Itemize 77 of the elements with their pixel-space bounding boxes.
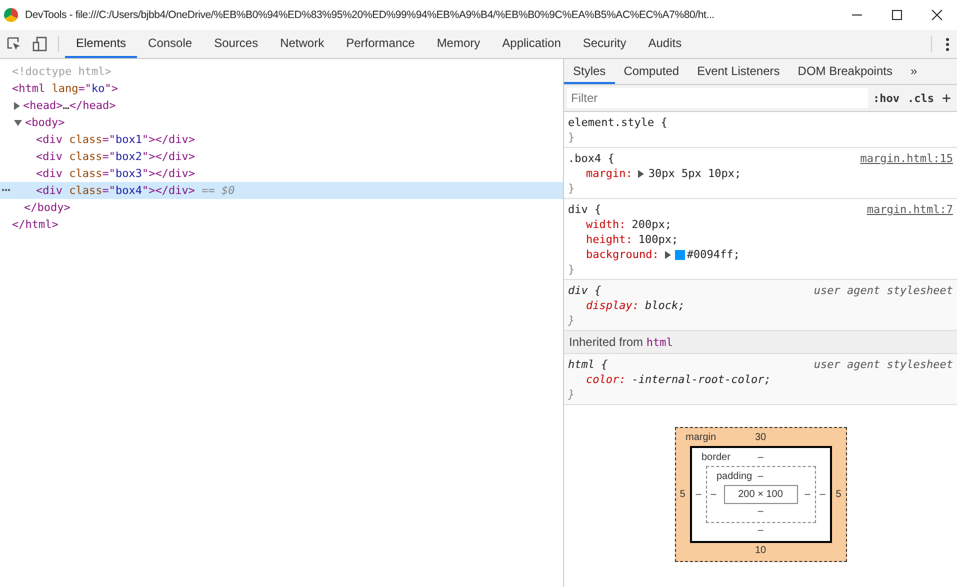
closing-brace: } xyxy=(568,313,576,328)
inherited-element-link[interactable]: html xyxy=(646,336,673,349)
expanded-triangle-icon[interactable] xyxy=(14,120,22,126)
expand-triangle-icon[interactable] xyxy=(638,170,644,178)
window-title: DevTools - file:///C:/Users/bjbb4/OneDrive/%EB%B0%94%ED%83%95%20%ED%99%94%EB%A9%B4/%EB%B0%9C%EA%B5%AC%EC%A7%80/ht... xyxy=(25,9,716,21)
property-name: width: xyxy=(586,217,626,232)
dom-node-line[interactable]: <html lang="ko"> xyxy=(12,80,118,97)
property-value: -internal-root-color; xyxy=(632,372,771,387)
inspect-cursor-icon[interactable] xyxy=(6,36,22,52)
rule-source[interactable]: margin.html:15 xyxy=(860,151,953,166)
property-value: 200px; xyxy=(632,217,672,232)
closing-brace: } xyxy=(568,181,576,196)
panel-tab[interactable]: Security xyxy=(572,30,638,58)
panel-tab[interactable]: Elements xyxy=(65,30,138,58)
property-name: height: xyxy=(586,232,632,247)
property-name: margin: xyxy=(586,166,632,181)
dom-node-line[interactable]: <div class="box3"></div> xyxy=(36,165,195,182)
padding-right-value: – xyxy=(804,489,812,500)
rule-selector: element.style { xyxy=(568,115,668,130)
filter-field[interactable]: Filter xyxy=(567,88,868,108)
margin-top-value: 30 xyxy=(754,432,766,443)
panel-tab[interactable]: Audits xyxy=(637,30,693,58)
property-name: display: xyxy=(586,298,639,313)
panel-tab[interactable]: Sources xyxy=(203,30,270,58)
property-value: 30px 5px 10px; xyxy=(648,166,742,181)
panel-tab[interactable]: Console xyxy=(137,30,204,58)
panel-tab[interactable]: Application xyxy=(491,30,572,58)
rule-selector: div { xyxy=(568,202,602,217)
padding-label: padding xyxy=(716,470,752,484)
border-bottom-value: – xyxy=(758,525,764,536)
rule-selector: div { xyxy=(568,283,602,298)
border-label: border xyxy=(702,451,730,465)
panel-tab[interactable]: Performance xyxy=(335,30,426,58)
device-toggle-icon[interactable] xyxy=(32,36,48,52)
margin-right-value: 5 xyxy=(834,489,842,500)
sidebar-tab[interactable]: DOM Breakpoints xyxy=(788,59,902,84)
dom-node-line[interactable]: </html> xyxy=(12,216,58,233)
sidebar-tab[interactable]: Computed xyxy=(614,59,688,84)
rule-source: user agent stylesheet xyxy=(814,357,953,372)
padding-bottom-value: – xyxy=(758,506,764,517)
content-size: 200 × 100 xyxy=(724,485,798,504)
padding-top-value: – xyxy=(758,471,764,482)
dom-node-line[interactable]: </body> xyxy=(24,199,70,216)
dom-node-line[interactable]: <div class="box2"></div> xyxy=(36,148,195,165)
new-rule-button[interactable]: + xyxy=(938,89,954,107)
margin-label: margin xyxy=(686,431,716,445)
property-value: #0094ff; xyxy=(686,247,740,262)
border-left-value: – xyxy=(694,489,702,500)
closing-brace: } xyxy=(568,387,576,402)
rule-selector: html { xyxy=(568,357,608,372)
property-name: background: xyxy=(586,247,659,262)
border-top-value: – xyxy=(758,452,764,463)
dom-node-line[interactable]: <body> xyxy=(25,114,65,131)
color-swatch[interactable] xyxy=(674,250,685,260)
closing-brace: } xyxy=(568,130,576,145)
margin-left-value: 5 xyxy=(678,489,686,500)
hover-state-button[interactable]: :hov xyxy=(870,92,902,104)
margin-bottom-value: 10 xyxy=(754,545,766,556)
dom-node-line[interactable]: <head>…</head> xyxy=(23,97,116,114)
more-tabs-button[interactable]: » xyxy=(901,59,926,84)
border-right-value: – xyxy=(818,489,826,500)
panel-tab[interactable]: Network xyxy=(269,30,336,58)
inherited-label: Inherited from xyxy=(569,335,644,349)
rule-source[interactable]: margin.html:7 xyxy=(866,202,953,217)
browser-logo-icon xyxy=(4,8,18,22)
dom-node-line[interactable]: <div class="box1"></div> xyxy=(36,131,195,148)
panel-tab[interactable]: Memory xyxy=(426,30,492,58)
closing-brace: } xyxy=(568,262,576,277)
property-value: block; xyxy=(644,298,685,313)
sidebar-tab[interactable]: Event Listeners xyxy=(688,59,789,84)
padding-left-value: – xyxy=(710,489,718,500)
class-button[interactable]: .cls xyxy=(904,92,937,104)
property-value: 100px; xyxy=(638,232,678,247)
rule-selector: .box4 { xyxy=(568,151,614,166)
property-name: color: xyxy=(586,372,626,387)
collapsed-triangle-icon[interactable] xyxy=(14,102,20,110)
rule-source: user agent stylesheet xyxy=(814,283,953,298)
